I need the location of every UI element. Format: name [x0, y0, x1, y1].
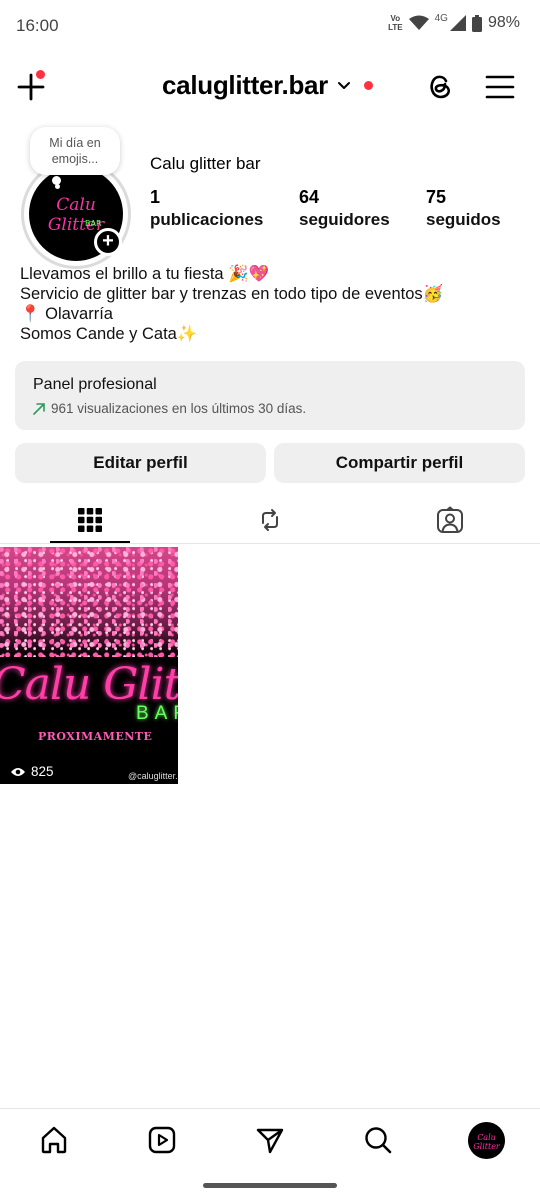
reels-icon — [148, 1126, 176, 1154]
active-tab-indicator — [50, 541, 130, 543]
nav-reels[interactable] — [145, 1123, 179, 1157]
username: caluglitter.bar — [162, 70, 328, 100]
following-count: 75 — [426, 187, 447, 207]
network-type: 4G — [434, 12, 448, 24]
search-icon — [365, 1127, 392, 1154]
add-story-button[interactable]: + — [94, 228, 122, 256]
avatar-logo-sub: BAR — [85, 219, 102, 228]
volte-indicator: Vo LTE — [388, 14, 403, 32]
tagged-icon — [437, 505, 463, 533]
signal-icon — [449, 15, 466, 31]
account-switcher[interactable]: caluglitter.bar — [162, 70, 373, 101]
grid-icon — [78, 507, 102, 532]
professional-dashboard[interactable]: Panel profesional 961 visualizaciones en… — [15, 361, 525, 430]
following-stat[interactable]: 75 seguidos — [426, 186, 501, 232]
note-bubble[interactable]: Mi día en emojis... — [30, 127, 120, 175]
menu-icon[interactable] — [484, 72, 516, 102]
wifi-icon — [408, 15, 429, 30]
tab-reposts[interactable] — [230, 495, 310, 544]
note-tail-small — [55, 184, 60, 189]
display-name: Calu glitter bar — [150, 154, 261, 173]
battery-level: 98% — [487, 14, 520, 31]
panel-subtitle: 961 visualizaciones en los últimos 30 dí… — [33, 401, 306, 416]
bio: Llevamos el brillo a tu fiesta 🎉💖 Servic… — [20, 264, 443, 344]
status-bar: 16:00 Vo LTE 4G 98% — [0, 0, 540, 52]
bio-line: Servicio de glitter bar y trenzas en tod… — [20, 285, 444, 303]
followers-label: seguidores — [299, 210, 390, 229]
nav-home[interactable] — [37, 1123, 71, 1157]
nav-avatar-logo: Calu Glitter — [473, 1133, 500, 1151]
threads-icon[interactable] — [424, 70, 456, 102]
post-handle: @caluglitter. — [128, 771, 178, 781]
status-icons: Vo LTE 4G 98% — [388, 12, 520, 33]
notification-dot — [36, 70, 45, 79]
posts-count: 1 — [150, 187, 161, 207]
share-profile-button[interactable]: Compartir perfil — [274, 443, 525, 483]
eye-icon — [11, 767, 25, 776]
posts-stat[interactable]: 1 publicaciones — [150, 186, 263, 232]
post-views-count: 825 — [31, 764, 54, 779]
edit-profile-button[interactable]: Editar perfil — [15, 443, 266, 483]
home-indicator[interactable] — [203, 1183, 337, 1188]
trend-up-icon — [33, 402, 45, 415]
reposts-icon — [262, 508, 278, 531]
following-label: seguidos — [426, 210, 501, 229]
status-time: 16:00 — [16, 16, 59, 35]
post-views: 825 — [10, 764, 54, 779]
account-notification-dot — [364, 81, 373, 90]
tab-tagged[interactable] — [410, 495, 490, 544]
battery-icon — [471, 14, 482, 32]
nav-profile-avatar[interactable]: Calu Glitter — [468, 1122, 505, 1159]
panel-title: Panel profesional — [33, 376, 157, 393]
nav-direct[interactable] — [253, 1123, 287, 1157]
panel-views-text: 961 visualizaciones en los últimos 30 dí… — [51, 401, 307, 416]
home-icon — [41, 1126, 67, 1154]
bottom-nav: Calu Glitter — [0, 1108, 540, 1172]
posts-label: publicaciones — [150, 210, 264, 229]
profile-header: caluglitter.bar — [0, 58, 540, 118]
followers-stat[interactable]: 64 seguidores — [299, 186, 390, 232]
post-subtitle: PROXIMAMENTE — [38, 730, 153, 743]
nav-search[interactable] — [361, 1123, 395, 1157]
profile-tabs — [0, 495, 540, 544]
post-bar-text: BAR — [136, 703, 178, 724]
chevron-down-icon — [338, 81, 350, 89]
bio-line: Somos Cande y Cata✨ — [20, 325, 198, 343]
bio-line: 📍 Olavarría — [20, 305, 113, 323]
bio-line: Llevamos el brillo a tu fiesta 🎉💖 — [20, 265, 270, 283]
tab-grid[interactable] — [50, 495, 130, 544]
post-thumbnail[interactable]: Calu Glitter BAR PROXIMAMENTE 825 @calug… — [0, 547, 178, 784]
post-glitter-background — [0, 547, 178, 657]
followers-count: 64 — [299, 187, 320, 207]
direct-icon — [256, 1128, 284, 1154]
